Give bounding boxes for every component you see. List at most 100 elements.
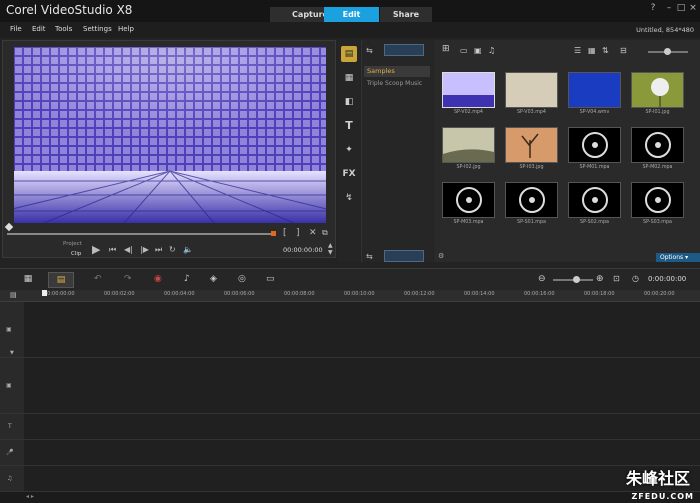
instant-project-icon[interactable]: ▦ (341, 70, 357, 86)
mark-in-handle[interactable] (4, 222, 14, 232)
title-track[interactable] (24, 414, 700, 440)
playhead[interactable] (42, 290, 47, 296)
track-manager-icon[interactable]: ▤ (10, 291, 17, 299)
show-audio-icon[interactable]: ♫ (488, 46, 498, 56)
end-icon[interactable]: ⏭ (155, 245, 162, 255)
fx-icon[interactable]: FX (341, 166, 357, 182)
fit-project-icon[interactable]: ⊡ (613, 274, 620, 283)
add-folder-icon[interactable]: ⇆ (366, 46, 374, 55)
split-clip-icon[interactable]: ✕ (309, 228, 317, 238)
home-icon[interactable]: ⏮ (109, 245, 116, 255)
browse-icon[interactable]: ⚙ (438, 252, 446, 260)
folder-triple-scoop-music[interactable]: Triple Scoop Music (367, 80, 422, 87)
undo-icon[interactable]: ↶ (94, 274, 102, 284)
media-thumb-sp-v04[interactable] (568, 72, 621, 108)
media-thumb-sp-i01[interactable] (631, 72, 684, 108)
path-icon[interactable]: ↯ (341, 190, 357, 206)
media-thumb-sp-s01[interactable] (505, 182, 558, 218)
graphic-icon[interactable]: ✦ (341, 142, 357, 158)
import-media-button[interactable] (384, 44, 424, 56)
ruler-tick: 00:00:08:00 (284, 291, 315, 297)
next-frame-icon[interactable]: |▶ (140, 245, 149, 254)
media-thumb-sp-v02[interactable] (442, 72, 495, 108)
video-track[interactable] (24, 302, 700, 358)
add-folder-icon-bottom[interactable]: ⇆ (366, 252, 374, 261)
voice-track-header[interactable]: 🎤 (0, 440, 24, 466)
media-thumb-sp-i02[interactable] (442, 127, 495, 163)
help-icon[interactable]: ? (648, 3, 658, 13)
media-thumb-sp-v03[interactable] (505, 72, 558, 108)
timecode[interactable]: 00:00:00:00 (283, 246, 323, 254)
import-button-bottom[interactable] (384, 250, 424, 262)
folder-samples[interactable]: Samples (364, 66, 430, 77)
ruler-tick: 00:00:00:00 (44, 291, 75, 297)
zoom-in-icon[interactable]: ⊕ (596, 274, 604, 284)
import-media-icon[interactable]: ⊞ (442, 44, 454, 56)
music-track[interactable] (24, 466, 700, 492)
mark-out-handle[interactable] (271, 231, 276, 236)
close-icon[interactable]: × (688, 3, 698, 13)
clip-mode-label[interactable]: Clip (71, 251, 81, 257)
zoom-thumbnail-icon[interactable]: ⊟ (620, 46, 630, 56)
auto-music-icon[interactable]: ◈ (210, 274, 217, 284)
overlay-track-header[interactable]: ▣ (0, 358, 24, 414)
media-label: SP-V02.mp4 (454, 110, 483, 115)
menu-help[interactable]: Help (118, 25, 134, 33)
ruler-tick: 00:00:12:00 (404, 291, 435, 297)
media-thumb-sp-s02[interactable] (568, 182, 621, 218)
mark-in-button[interactable]: [ (283, 228, 287, 238)
menu-file[interactable]: File (10, 25, 22, 33)
menu-tools[interactable]: Tools (55, 25, 72, 33)
project-mode-label[interactable]: Project (63, 241, 82, 247)
scroll-arrows-icon[interactable]: ◂ ▸ (26, 493, 34, 500)
subtitle-editor-icon[interactable]: ▭ (266, 274, 275, 284)
show-photos-icon[interactable]: ▣ (474, 46, 484, 56)
enlarge-icon[interactable]: ⧉ (322, 228, 328, 238)
timecode-stepper[interactable]: ▲ ▼ (328, 242, 333, 256)
timeline-view-icon[interactable]: ▤ (48, 272, 74, 288)
minimize-icon[interactable]: – (664, 3, 674, 13)
thumbnail-view-icon[interactable]: ▦ (588, 46, 598, 56)
expand-arrow-icon[interactable]: ▼ (10, 350, 14, 356)
overlay-track[interactable] (24, 358, 700, 414)
zoom-out-icon[interactable]: ⊖ (538, 274, 546, 284)
music-track-header[interactable]: ♫ (0, 466, 24, 492)
redo-icon[interactable]: ↷ (124, 274, 132, 284)
title-track-icon: T (8, 423, 12, 430)
menu-edit[interactable]: Edit (32, 25, 46, 33)
voice-track[interactable] (24, 440, 700, 466)
options-button[interactable]: Options ▾ (656, 253, 700, 262)
media-thumb-sp-s03[interactable] (631, 182, 684, 218)
media-thumb-sp-m02[interactable] (631, 127, 684, 163)
zoom-slider-handle[interactable] (573, 276, 580, 283)
media-label: SP-V04.wmv (579, 110, 610, 115)
media-icon[interactable]: ▤ (341, 46, 357, 62)
scrubber-bar[interactable] (7, 233, 275, 235)
motion-tracking-icon[interactable]: ◎ (238, 274, 246, 284)
maximize-icon[interactable]: □ (676, 3, 686, 13)
audio-disc-icon (581, 132, 608, 158)
list-view-icon[interactable]: ☰ (574, 46, 584, 56)
storyboard-view-icon[interactable]: ▦ (18, 274, 38, 286)
show-videos-icon[interactable]: ▭ (460, 46, 470, 56)
media-thumb-sp-m01[interactable] (568, 127, 621, 163)
video-track-header[interactable]: ▣ ▼ (0, 302, 24, 358)
media-thumb-sp-m03[interactable] (442, 182, 495, 218)
menu-settings[interactable]: Settings (83, 25, 112, 33)
record-capture-icon[interactable]: ◉ (154, 274, 162, 284)
title-track-header[interactable]: T (0, 414, 24, 440)
media-thumb-sp-i03[interactable] (505, 127, 558, 163)
title-icon[interactable]: T (341, 118, 357, 134)
previous-frame-icon[interactable]: ◀| (124, 245, 133, 254)
sound-mixer-icon[interactable]: ♪ (184, 274, 190, 284)
repeat-icon[interactable]: ↻ (169, 245, 176, 254)
volume-icon[interactable]: 🔈 (183, 245, 193, 254)
tab-share[interactable]: Share (380, 7, 432, 22)
ruler-tick: 00:00:20:00 (644, 291, 675, 297)
mark-out-button[interactable]: ] (296, 228, 300, 238)
thumbnail-slider-handle[interactable] (664, 48, 671, 55)
transition-icon[interactable]: ◧ (341, 94, 357, 110)
play-icon[interactable]: ▶ (92, 243, 100, 256)
sort-icon[interactable]: ⇅ (602, 46, 612, 56)
tab-edit-label[interactable]: Edit (324, 7, 379, 22)
